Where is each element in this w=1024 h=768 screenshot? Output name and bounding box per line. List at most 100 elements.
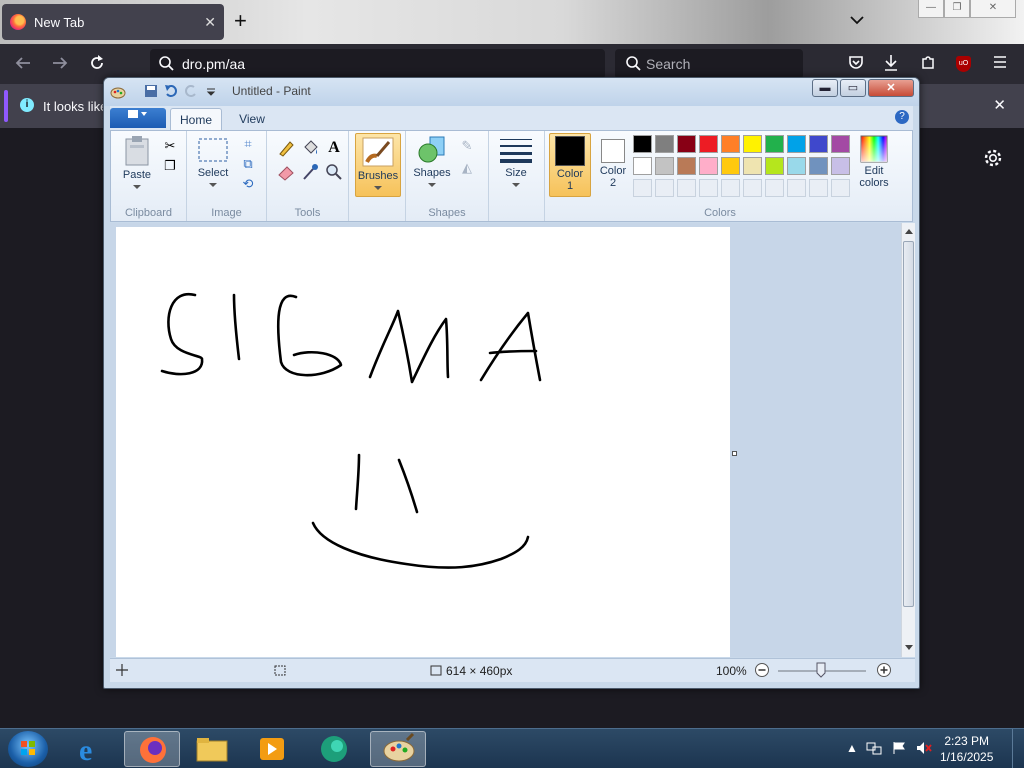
restore-button[interactable]: ❐ (944, 0, 970, 18)
fill-bucket-icon[interactable] (301, 139, 319, 157)
tab-new-tab[interactable]: New Tab ✕ (2, 4, 224, 40)
palette-color-swatch[interactable] (655, 157, 674, 175)
customize-qat-icon[interactable] (206, 84, 216, 101)
taskbar-paint[interactable] (370, 731, 426, 767)
size-button[interactable]: Size (495, 137, 537, 191)
taskbar-media-player[interactable] (244, 731, 300, 767)
search-field[interactable]: Search (615, 49, 803, 79)
back-arrow-icon[interactable] (14, 54, 32, 77)
palette-color-swatch[interactable] (699, 135, 718, 153)
brushes-button[interactable]: Brushes (355, 133, 401, 197)
reload-icon[interactable] (88, 54, 106, 77)
palette-custom-slot[interactable] (787, 179, 806, 197)
palette-color-swatch[interactable] (787, 157, 806, 175)
color2-button[interactable]: Color 2 (595, 139, 631, 189)
forward-arrow-icon[interactable] (51, 54, 69, 77)
palette-color-swatch[interactable] (765, 157, 784, 175)
paint-minimize-button[interactable]: ▬ (812, 79, 838, 97)
scrollbar-thumb[interactable] (903, 241, 914, 607)
palette-color-swatch[interactable] (809, 135, 828, 153)
resize-icon[interactable]: ⧉ (239, 155, 257, 173)
copy-icon[interactable]: ❐ (161, 157, 179, 175)
palette-color-swatch[interactable] (721, 157, 740, 175)
edit-colors-button[interactable]: Edit colors (855, 135, 893, 189)
palette-custom-slot[interactable] (699, 179, 718, 197)
palette-custom-slot[interactable] (743, 179, 762, 197)
palette-custom-slot[interactable] (831, 179, 850, 197)
palette-color-swatch[interactable] (699, 157, 718, 175)
paint-maximize-button[interactable]: ▭ (840, 79, 866, 97)
paint-app-icon[interactable] (110, 84, 126, 103)
system-clock[interactable]: 2:23 PM 1/16/2025 (940, 733, 993, 765)
address-bar[interactable]: dro.pm/aa (150, 49, 605, 79)
shapes-button[interactable]: Shapes (410, 135, 454, 191)
hamburger-menu-icon[interactable] (992, 54, 1008, 75)
crop-icon[interactable]: ⌗ (239, 135, 257, 153)
palette-color-swatch[interactable] (743, 135, 762, 153)
taskbar-firefox[interactable] (124, 731, 180, 767)
palette-color-swatch[interactable] (677, 157, 696, 175)
eraser-icon[interactable] (277, 163, 295, 181)
palette-color-swatch[interactable] (677, 135, 696, 153)
notification-close-icon[interactable]: ✕ (993, 96, 1006, 114)
save-icon[interactable] (144, 84, 158, 101)
vertical-scrollbar[interactable] (901, 223, 915, 657)
magnifier-icon[interactable] (325, 163, 343, 181)
taskbar-edge[interactable] (306, 731, 362, 767)
cut-icon[interactable]: ✂ (161, 137, 179, 155)
palette-color-swatch[interactable] (633, 157, 652, 175)
pocket-icon[interactable] (848, 54, 864, 75)
minimize-button[interactable]: — (918, 0, 944, 18)
tab-home[interactable]: Home (170, 108, 222, 130)
volume-muted-icon[interactable] (916, 741, 932, 758)
palette-color-swatch[interactable] (809, 157, 828, 175)
color-picker-icon[interactable] (301, 163, 319, 181)
network-icon[interactable] (866, 741, 882, 758)
ublock-origin-icon[interactable]: uO (956, 56, 971, 72)
show-desktop-button[interactable] (1012, 729, 1024, 768)
palette-color-swatch[interactable] (743, 157, 762, 175)
drawing-canvas[interactable] (116, 227, 730, 657)
palette-color-swatch[interactable] (831, 135, 850, 153)
zoom-out-button[interactable] (754, 662, 770, 681)
gear-icon[interactable] (983, 148, 1003, 174)
start-button[interactable] (8, 731, 48, 767)
paint-menu-button[interactable] (110, 108, 166, 128)
palette-color-swatch[interactable] (787, 135, 806, 153)
palette-color-swatch[interactable] (721, 135, 740, 153)
close-window-button[interactable]: ✕ (970, 0, 1016, 18)
zoom-slider-thumb[interactable] (816, 662, 826, 681)
palette-custom-slot[interactable] (809, 179, 828, 197)
palette-custom-slot[interactable] (633, 179, 652, 197)
text-tool-icon[interactable]: A (325, 139, 343, 157)
new-tab-button[interactable]: + (234, 10, 247, 32)
palette-custom-slot[interactable] (655, 179, 674, 197)
canvas-resize-handle[interactable] (732, 451, 737, 456)
paste-button[interactable]: Paste (117, 135, 157, 193)
taskbar-explorer[interactable] (184, 731, 240, 767)
extensions-icon[interactable] (920, 54, 936, 75)
color1-button[interactable]: Color 1 (549, 133, 591, 197)
zoom-in-button[interactable] (876, 662, 892, 681)
downloads-icon[interactable] (883, 54, 899, 77)
tab-view[interactable]: View (228, 108, 276, 130)
rotate-icon[interactable]: ⟲ (239, 175, 257, 193)
action-center-flag-icon[interactable] (892, 741, 906, 758)
palette-color-swatch[interactable] (765, 135, 784, 153)
undo-icon[interactable] (164, 84, 178, 101)
taskbar-ie[interactable]: e (62, 731, 118, 767)
palette-color-swatch[interactable] (655, 135, 674, 153)
redo-icon[interactable] (184, 84, 198, 101)
palette-custom-slot[interactable] (721, 179, 740, 197)
tab-close-icon[interactable]: ✕ (204, 14, 216, 31)
palette-custom-slot[interactable] (677, 179, 696, 197)
help-icon[interactable]: ? (895, 110, 909, 124)
show-hidden-icons-icon[interactable]: ▲ (846, 741, 858, 755)
palette-color-swatch[interactable] (633, 135, 652, 153)
paint-close-button[interactable]: ✕ (868, 79, 914, 97)
list-all-tabs-chevron-icon[interactable] (850, 12, 864, 28)
pencil-icon[interactable] (277, 139, 295, 157)
select-button[interactable]: Select (193, 137, 233, 191)
palette-color-swatch[interactable] (831, 157, 850, 175)
palette-custom-slot[interactable] (765, 179, 784, 197)
